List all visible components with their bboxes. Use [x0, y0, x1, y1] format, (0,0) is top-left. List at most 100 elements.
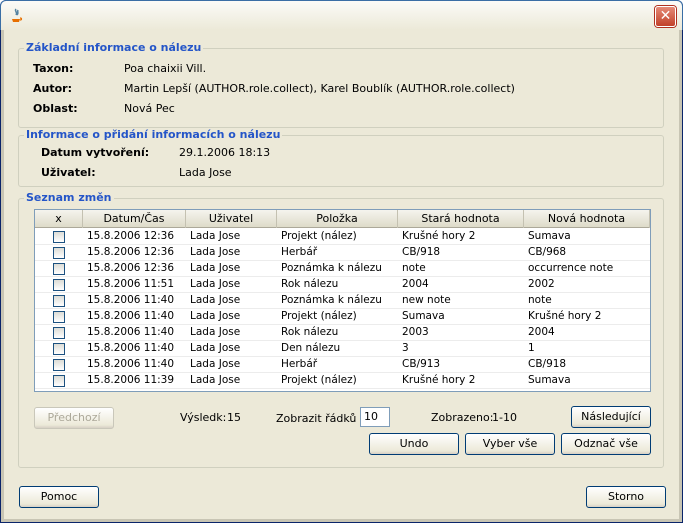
- cell-old-value: 3: [402, 342, 409, 354]
- cancel-button[interactable]: Storno: [586, 486, 666, 508]
- cell-old-value: Krušné hory 2: [402, 374, 476, 386]
- taxon-value: Poa chaixii Vill.: [124, 62, 207, 75]
- table-row[interactable]: 15.8.2006 11:40 Lada Jose Rok nálezu 2003 20…: [35, 325, 650, 341]
- cell-datetime: 15.8.2006 11:40: [87, 358, 175, 370]
- column-header-user[interactable]: Uživatel: [186, 210, 277, 228]
- help-button[interactable]: Pomoc: [19, 486, 99, 508]
- table-row[interactable]: 15.8.2006 11:39 Lada Jose Projekt (nález) K…: [35, 373, 650, 389]
- row-checkbox[interactable]: [53, 231, 65, 243]
- result-label: Výsledk:: [180, 411, 227, 424]
- row-checkbox[interactable]: [53, 343, 65, 355]
- cell-item: Projekt (nález): [281, 310, 357, 322]
- cell-user: Lada Jose: [190, 262, 241, 274]
- cell-datetime: 15.8.2006 12:36: [87, 246, 175, 258]
- cell-user: Lada Jose: [190, 374, 241, 386]
- table-body: 15.8.2006 12:36 Lada Jose Projekt (nález) K…: [35, 229, 650, 391]
- deselect-all-button[interactable]: Odznač vše: [561, 433, 651, 455]
- table-row[interactable]: 15.8.2006 12:36 Lada Jose Poznámka k nález…: [35, 261, 650, 277]
- taxon-label: Taxon:: [33, 62, 74, 75]
- area-value: Nová Pec: [124, 102, 175, 115]
- previous-button[interactable]: Předchozí: [34, 407, 114, 429]
- cell-new-value: Sumava: [528, 230, 571, 242]
- basic-info-group: Základní informace o nálezu Taxon: Poa c…: [18, 41, 664, 128]
- cell-datetime: 15.8.2006 11:40: [87, 294, 175, 306]
- row-checkbox[interactable]: [53, 375, 65, 387]
- created-label: Datum vytvoření:: [41, 146, 150, 159]
- cell-user: Lada Jose: [190, 310, 241, 322]
- table-header: x Datum/Čas Uživatel Položka Stará hodno…: [35, 210, 650, 228]
- cell-user: Lada Jose: [190, 246, 241, 258]
- cell-item: Den nálezu: [281, 342, 341, 354]
- row-checkbox[interactable]: [53, 359, 65, 371]
- shown-label: Zobrazeno:: [431, 411, 494, 424]
- cell-item: Poznámka k nálezu: [281, 294, 382, 306]
- table-row[interactable]: 15.8.2006 11:40 Lada Jose Herbář CB/913 CB/9…: [35, 357, 650, 373]
- cell-old-value: CB/918: [402, 246, 441, 258]
- rows-per-page-input[interactable]: 10: [360, 407, 390, 427]
- cell-old-value: new note: [402, 294, 451, 306]
- cell-new-value: occurrence note: [528, 262, 614, 274]
- cell-item: Rok nálezu: [281, 278, 339, 290]
- table-row[interactable]: 15.8.2006 12:36 Lada Jose Herbář CB/918 CB/9…: [35, 245, 650, 261]
- cell-datetime: 15.8.2006 12:36: [87, 230, 175, 242]
- column-header-select[interactable]: x: [35, 210, 83, 228]
- author-label: Autor:: [33, 82, 72, 95]
- cell-item: Herbář: [281, 246, 318, 258]
- changes-table[interactable]: x Datum/Čas Uživatel Položka Stará hodno…: [34, 209, 651, 392]
- cell-user: Lada Jose: [190, 294, 241, 306]
- area-label: Oblast:: [33, 102, 78, 115]
- table-row[interactable]: 15.8.2006 11:40 Lada Jose Den nálezu 3 1: [35, 341, 650, 357]
- cell-new-value: 1: [528, 342, 535, 354]
- cell-new-value: Krušné hory 2: [528, 310, 602, 322]
- next-button[interactable]: Následující: [571, 406, 651, 428]
- added-info-title: Informace o přidání informacích o nálezu: [24, 128, 283, 141]
- cell-datetime: 15.8.2006 12:36: [87, 262, 175, 274]
- changes-title: Seznam změn: [24, 191, 114, 204]
- author-value: Martin Lepší (AUTHOR.role.collect), Kare…: [124, 82, 515, 95]
- dialog-window: ✕ Základní informace o nálezu Taxon: Poa…: [0, 0, 683, 523]
- shown-value: 1-10: [492, 411, 517, 424]
- cell-item: Herbář: [281, 358, 318, 370]
- column-header-datetime[interactable]: Datum/Čas: [83, 210, 186, 228]
- close-button[interactable]: ✕: [655, 6, 676, 27]
- cell-old-value: 2003: [402, 326, 429, 338]
- cell-item: Projekt (nález): [281, 230, 357, 242]
- created-value: 29.1.2006 18:13: [179, 146, 271, 159]
- cell-datetime: 15.8.2006 11:39: [87, 374, 175, 386]
- select-all-button[interactable]: Vyber vše: [465, 433, 555, 455]
- row-checkbox[interactable]: [53, 279, 65, 291]
- cell-new-value: note: [528, 294, 552, 306]
- cell-user: Lada Jose: [190, 326, 241, 338]
- title-bar[interactable]: ✕: [0, 0, 683, 30]
- row-checkbox[interactable]: [53, 311, 65, 323]
- cell-new-value: 2004: [528, 326, 555, 338]
- column-header-old-value[interactable]: Stará hodnota: [398, 210, 524, 228]
- table-row[interactable]: 15.8.2006 11:40 Lada Jose Poznámka k nález…: [35, 293, 650, 309]
- table-row[interactable]: 15.8.2006 11:51 Lada Jose Rok nálezu 2004 20…: [35, 277, 650, 293]
- cell-datetime: 15.8.2006 11:40: [87, 310, 175, 322]
- cell-new-value: 2002: [528, 278, 555, 290]
- column-header-item[interactable]: Položka: [277, 210, 398, 228]
- column-header-new-value[interactable]: Nová hodnota: [524, 210, 650, 228]
- cell-new-value: Sumava: [528, 374, 571, 386]
- row-checkbox[interactable]: [53, 327, 65, 339]
- cell-user: Lada Jose: [190, 358, 241, 370]
- cell-old-value: Krušné hory 2: [402, 230, 476, 242]
- cell-new-value: CB/918: [528, 358, 567, 370]
- cell-user: Lada Jose: [190, 342, 241, 354]
- undo-button[interactable]: Undo: [369, 433, 459, 455]
- cell-datetime: 15.8.2006 11:40: [87, 326, 175, 338]
- cell-item: Projekt (nález): [281, 374, 357, 386]
- cell-old-value: note: [402, 262, 426, 274]
- cell-user: Lada Jose: [190, 278, 241, 290]
- cell-datetime: 15.8.2006 11:51: [87, 278, 175, 290]
- row-checkbox[interactable]: [53, 263, 65, 275]
- cell-new-value: CB/968: [528, 246, 567, 258]
- dialog-body: Základní informace o nálezu Taxon: Poa c…: [1, 30, 682, 522]
- cell-user: Lada Jose: [190, 230, 241, 242]
- cell-datetime: 15.8.2006 11:40: [87, 342, 175, 354]
- row-checkbox[interactable]: [53, 295, 65, 307]
- row-checkbox[interactable]: [53, 247, 65, 259]
- table-row[interactable]: 15.8.2006 12:36 Lada Jose Projekt (nález) K…: [35, 229, 650, 245]
- table-row[interactable]: 15.8.2006 11:40 Lada Jose Projekt (nález) S…: [35, 309, 650, 325]
